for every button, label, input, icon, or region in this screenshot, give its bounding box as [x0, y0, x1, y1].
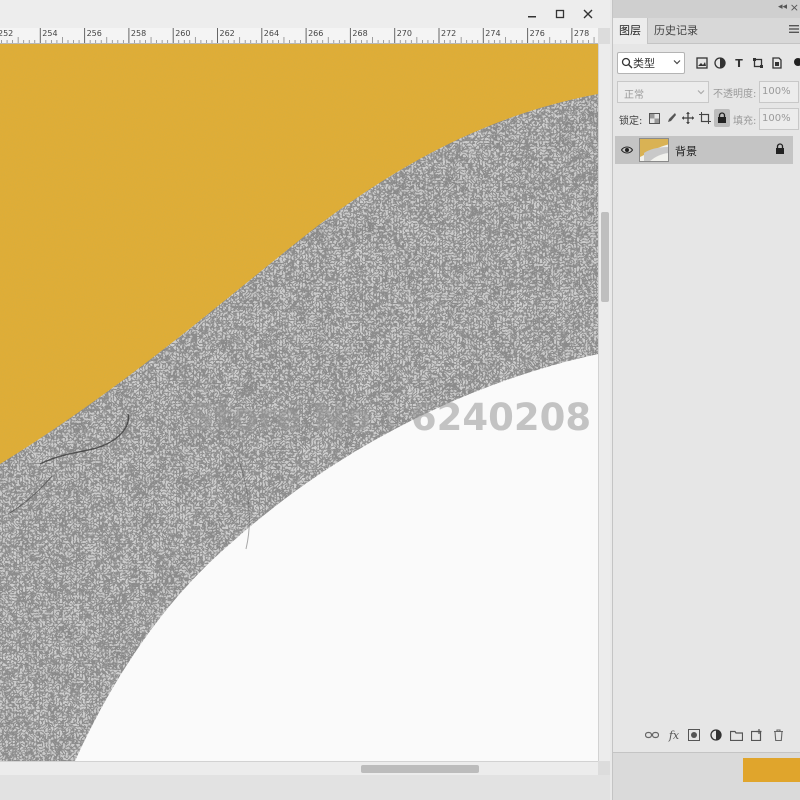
fill-value: 100%: [762, 113, 791, 124]
panel-bottom-dock: [613, 752, 800, 800]
opacity-label: 不透明度:: [713, 89, 757, 100]
ruler-label: 272: [441, 29, 457, 38]
canvas[interactable]: Store No : 6240208: [0, 44, 598, 761]
blend-mode-select[interactable]: 正常: [617, 81, 709, 103]
minimize-icon: [528, 16, 536, 18]
adjustment-filter-icon[interactable]: [713, 56, 727, 70]
shape-filter-icon[interactable]: [751, 56, 765, 70]
document-title-bar: [0, 0, 610, 28]
ruler-label: 274: [485, 29, 501, 38]
panel-footer: fx: [613, 722, 800, 748]
horizontal-scroll-thumb[interactable]: [361, 765, 479, 773]
opacity-value: 100%: [762, 86, 791, 97]
panel-tabs: 图层 历史记录: [613, 18, 800, 44]
ruler-label: 278: [573, 29, 590, 38]
tab-layers[interactable]: 图层: [613, 18, 648, 44]
lock-image-icon[interactable]: [664, 111, 678, 125]
new-layer-icon[interactable]: [750, 728, 764, 742]
lock-icon: [775, 143, 785, 158]
lock-label: 锁定:: [619, 116, 643, 127]
panel-header-bar: ◂◂ ×: [613, 0, 800, 18]
eye-icon[interactable]: [620, 145, 634, 158]
chevron-down-icon: [673, 60, 681, 65]
layer-name: 背景: [675, 145, 697, 158]
close-icon: [583, 9, 593, 19]
opacity-field[interactable]: 100%: [759, 81, 799, 103]
ruler-label: 266: [308, 29, 324, 38]
ruler-label: 252: [0, 29, 14, 38]
blend-row: 正常 不透明度: 100%: [613, 80, 800, 104]
chevron-down-icon: [697, 90, 705, 95]
ruler-label: 268: [352, 29, 368, 38]
layer-filter-row: 类型 T: [613, 50, 800, 76]
image-filter-icon[interactable]: [695, 56, 709, 70]
new-group-icon[interactable]: [729, 728, 743, 742]
adjustment-layer-icon[interactable]: [709, 728, 723, 742]
smart-object-filter-icon[interactable]: [770, 56, 784, 70]
search-icon: [621, 57, 633, 69]
horizontal-ruler: 252 254 256 258 260 262 264 266 268 270 272 274 276 2…: [0, 28, 598, 44]
ruler-label: 260: [175, 29, 191, 38]
window-controls: [518, 4, 602, 24]
ruler-label: 256: [86, 29, 102, 38]
status-strip: [0, 775, 610, 800]
dock-preview-swatch: [743, 758, 800, 782]
layer-thumbnail: [639, 138, 669, 162]
fill-field[interactable]: 100%: [759, 108, 799, 130]
fx-icon[interactable]: fx: [667, 728, 681, 742]
tab-history[interactable]: 历史记录: [648, 18, 704, 44]
horizontal-scrollbar[interactable]: [0, 761, 598, 775]
kind-filter-label: 类型: [633, 57, 655, 70]
lock-position-icon[interactable]: [681, 111, 695, 125]
lock-transparent-icon[interactable]: [647, 111, 661, 125]
delete-layer-icon[interactable]: [771, 728, 785, 742]
layers-panel: ◂◂ × 图层 历史记录 类型 T 正常 不透明度: 100% 锁定: 填充: …: [612, 0, 800, 800]
panel-close-icon[interactable]: ×: [790, 1, 799, 14]
close-button[interactable]: [574, 4, 602, 24]
link-layers-icon[interactable]: [645, 728, 659, 742]
document-window: 252 254 256 258 260 262 264 266 268 270 272 274 276 2…: [0, 0, 610, 800]
type-filter-icon[interactable]: T: [732, 56, 746, 70]
lock-row: 锁定: 填充: 100%: [613, 108, 800, 130]
ruler-label: 258: [130, 29, 147, 38]
collapse-icon[interactable]: ◂◂: [778, 2, 787, 12]
lock-artboard-icon[interactable]: [698, 111, 712, 125]
vertical-scrollbar[interactable]: [598, 44, 610, 761]
layer-row[interactable]: 背景: [615, 136, 793, 164]
filter-toggle-icon[interactable]: [794, 58, 800, 66]
ruler-label: 270: [396, 29, 412, 38]
fill-label: 填充:: [733, 116, 757, 127]
restore-button[interactable]: [546, 4, 574, 24]
kind-filter-select[interactable]: 类型: [617, 52, 685, 74]
ruler-label: 262: [219, 29, 235, 38]
blend-mode-value: 正常: [624, 90, 644, 101]
panel-menu-icon[interactable]: [789, 24, 799, 37]
minimize-button[interactable]: [518, 4, 546, 24]
lock-all-icon[interactable]: [714, 109, 730, 127]
vertical-scroll-thumb[interactable]: [601, 212, 609, 302]
add-mask-icon[interactable]: [687, 728, 701, 742]
ruler-label: 254: [42, 29, 58, 38]
watermark-text: Store No : 6240208: [188, 396, 592, 439]
ruler-label: 264: [263, 29, 280, 38]
restore-icon: [555, 9, 565, 19]
ruler-label: 276: [529, 29, 545, 38]
